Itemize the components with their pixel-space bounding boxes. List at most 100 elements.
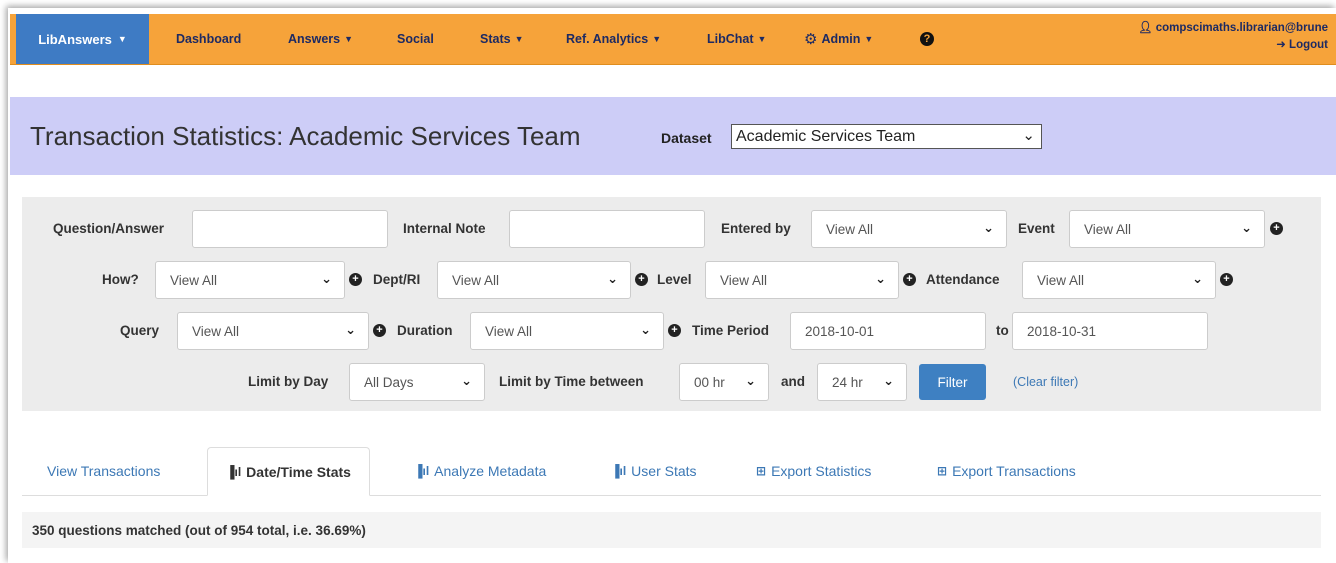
add-event-icon[interactable]: + bbox=[1270, 222, 1283, 235]
caret-down-icon: ▼ bbox=[864, 34, 874, 44]
time-end-value: 24 hr bbox=[832, 374, 863, 390]
tab-export-statistics[interactable]: ⊞ Export Statistics bbox=[756, 447, 871, 495]
chevron-down-icon: ⌄ bbox=[1241, 220, 1252, 235]
chevron-down-icon: ⌄ bbox=[607, 271, 618, 286]
time-start-select[interactable]: 00 hr ⌄ bbox=[679, 363, 769, 401]
tab-user-stats-label: User Stats bbox=[631, 463, 697, 479]
add-how-icon[interactable]: + bbox=[349, 273, 362, 286]
question-answer-input[interactable] bbox=[192, 210, 388, 248]
nav-answers[interactable]: Answers ▼ bbox=[288, 14, 353, 64]
nav-social-label: Social bbox=[397, 32, 434, 46]
time-start-value: 00 hr bbox=[694, 374, 725, 390]
time-from-input[interactable]: 2018-10-01 bbox=[790, 312, 986, 350]
title-band: Transaction Statistics: Academic Service… bbox=[10, 97, 1336, 175]
level-label: Level bbox=[657, 272, 692, 287]
stats-tabs: View Transactions ▐ıl Date/Time Stats ▐ı… bbox=[22, 447, 1321, 496]
tab-analyze-metadata-label: Analyze Metadata bbox=[434, 463, 547, 479]
tab-view-transactions[interactable]: View Transactions bbox=[47, 447, 160, 495]
add-dept-icon[interactable]: + bbox=[635, 273, 648, 286]
event-select[interactable]: View All ⌄ bbox=[1069, 210, 1265, 248]
duration-value: View All bbox=[485, 323, 533, 339]
nav-admin-label: Admin bbox=[821, 32, 861, 46]
event-label: Event bbox=[1018, 221, 1055, 236]
time-to-input[interactable]: 2018-10-31 bbox=[1012, 312, 1208, 350]
level-select[interactable]: View All ⌄ bbox=[705, 261, 899, 299]
tab-export-transactions-label: Export Transactions bbox=[952, 463, 1076, 479]
entered-by-select[interactable]: View All ⌄ bbox=[811, 210, 1007, 248]
nav-dashboard-label: Dashboard bbox=[176, 32, 242, 46]
filter-panel: Question/Answer Internal Note Entered by… bbox=[22, 197, 1321, 411]
nav-social[interactable]: Social bbox=[397, 14, 434, 64]
duration-select[interactable]: View All ⌄ bbox=[470, 312, 664, 350]
table-icon: ⊞ bbox=[937, 464, 948, 478]
internal-note-label: Internal Note bbox=[403, 221, 486, 236]
to-label: to bbox=[996, 323, 1009, 338]
add-level-icon[interactable]: + bbox=[903, 273, 916, 286]
event-value: View All bbox=[1084, 221, 1132, 237]
add-attendance-icon[interactable]: + bbox=[1220, 273, 1233, 286]
attendance-select[interactable]: View All ⌄ bbox=[1022, 261, 1216, 299]
nav-answers-label: Answers bbox=[288, 32, 341, 46]
user-menu[interactable]: 👤︎ compscimaths.librarian@brune bbox=[1138, 20, 1328, 37]
limit-day-select[interactable]: All Days ⌄ bbox=[349, 363, 485, 401]
dataset-label: Dataset bbox=[661, 130, 712, 146]
nav-ref-analytics-label: Ref. Analytics bbox=[566, 32, 649, 46]
duration-label: Duration bbox=[397, 323, 453, 338]
chevron-down-icon: ⌄ bbox=[875, 271, 886, 286]
help-button[interactable]: ? bbox=[920, 14, 934, 64]
logout-link[interactable]: ➜ Logout bbox=[1138, 37, 1328, 54]
nav-admin[interactable]: ⚙ Admin ▼ bbox=[804, 14, 873, 64]
attendance-value: View All bbox=[1037, 272, 1085, 288]
nav-ref-analytics[interactable]: Ref. Analytics ▼ bbox=[566, 14, 661, 64]
user-block: 👤︎ compscimaths.librarian@brune ➜ Logout bbox=[1138, 20, 1328, 54]
caret-down-icon: ▼ bbox=[757, 34, 767, 44]
dept-value: View All bbox=[452, 272, 500, 288]
result-summary: 350 questions matched (out of 954 total,… bbox=[22, 512, 1321, 548]
query-value: View All bbox=[192, 323, 240, 339]
tab-date-time-stats-label: Date/Time Stats bbox=[246, 463, 351, 480]
chevron-down-icon: ⌄ bbox=[1192, 271, 1203, 286]
time-end-select[interactable]: 24 hr ⌄ bbox=[817, 363, 907, 401]
gear-icon: ⚙ bbox=[804, 31, 818, 48]
time-to-value: 2018-10-31 bbox=[1027, 323, 1097, 339]
chevron-down-icon: ⌄ bbox=[345, 322, 356, 337]
clear-filter-link[interactable]: (Clear filter) bbox=[1013, 375, 1078, 389]
nav-stats[interactable]: Stats ▼ bbox=[480, 14, 524, 64]
entered-by-label: Entered by bbox=[721, 221, 791, 236]
table-icon: ⊞ bbox=[756, 464, 767, 478]
tab-date-time-stats[interactable]: ▐ıl Date/Time Stats bbox=[207, 447, 370, 496]
nav-stats-label: Stats bbox=[480, 32, 511, 46]
question-circle-icon: ? bbox=[920, 32, 934, 46]
tab-analyze-metadata[interactable]: ▐ıl Analyze Metadata bbox=[414, 447, 546, 495]
internal-note-input[interactable] bbox=[509, 210, 705, 248]
dept-select[interactable]: View All ⌄ bbox=[437, 261, 631, 299]
query-select[interactable]: View All ⌄ bbox=[177, 312, 369, 350]
page-title: Transaction Statistics: Academic Service… bbox=[30, 121, 581, 151]
filter-button[interactable]: Filter bbox=[919, 364, 986, 400]
chevron-down-icon: ⌄ bbox=[461, 373, 472, 388]
level-value: View All bbox=[720, 272, 768, 288]
user-name: compscimaths.librarian@brune bbox=[1155, 22, 1328, 34]
entered-by-value: View All bbox=[826, 221, 874, 237]
sign-out-icon: ➜ bbox=[1276, 39, 1286, 51]
chevron-down-icon: ⌄ bbox=[745, 373, 756, 388]
tab-export-transactions[interactable]: ⊞ Export Transactions bbox=[937, 447, 1076, 495]
tab-user-stats[interactable]: ▐ıl User Stats bbox=[611, 447, 697, 495]
add-duration-icon[interactable]: + bbox=[668, 324, 681, 337]
dataset-value: Academic Services Team bbox=[736, 127, 916, 145]
dataset-select[interactable]: Academic Services Team ⌄ bbox=[731, 124, 1042, 149]
add-query-icon[interactable]: + bbox=[373, 324, 386, 337]
how-select[interactable]: View All ⌄ bbox=[155, 261, 345, 299]
tab-export-statistics-label: Export Statistics bbox=[771, 463, 872, 479]
brand-menu[interactable]: LibAnswers ▼ bbox=[16, 14, 149, 64]
tab-view-transactions-label: View Transactions bbox=[47, 463, 161, 479]
caret-down-icon: ▼ bbox=[652, 34, 662, 44]
and-label: and bbox=[781, 374, 806, 389]
chevron-down-icon: ⌄ bbox=[640, 322, 651, 337]
user-icon: 👤︎ bbox=[1137, 22, 1153, 34]
chevron-down-icon: ⌄ bbox=[1022, 127, 1035, 144]
nav-libchat[interactable]: LibChat ▼ bbox=[707, 14, 766, 64]
limit-day-value: All Days bbox=[364, 374, 414, 390]
how-value: View All bbox=[170, 272, 218, 288]
nav-dashboard[interactable]: Dashboard bbox=[176, 14, 241, 64]
